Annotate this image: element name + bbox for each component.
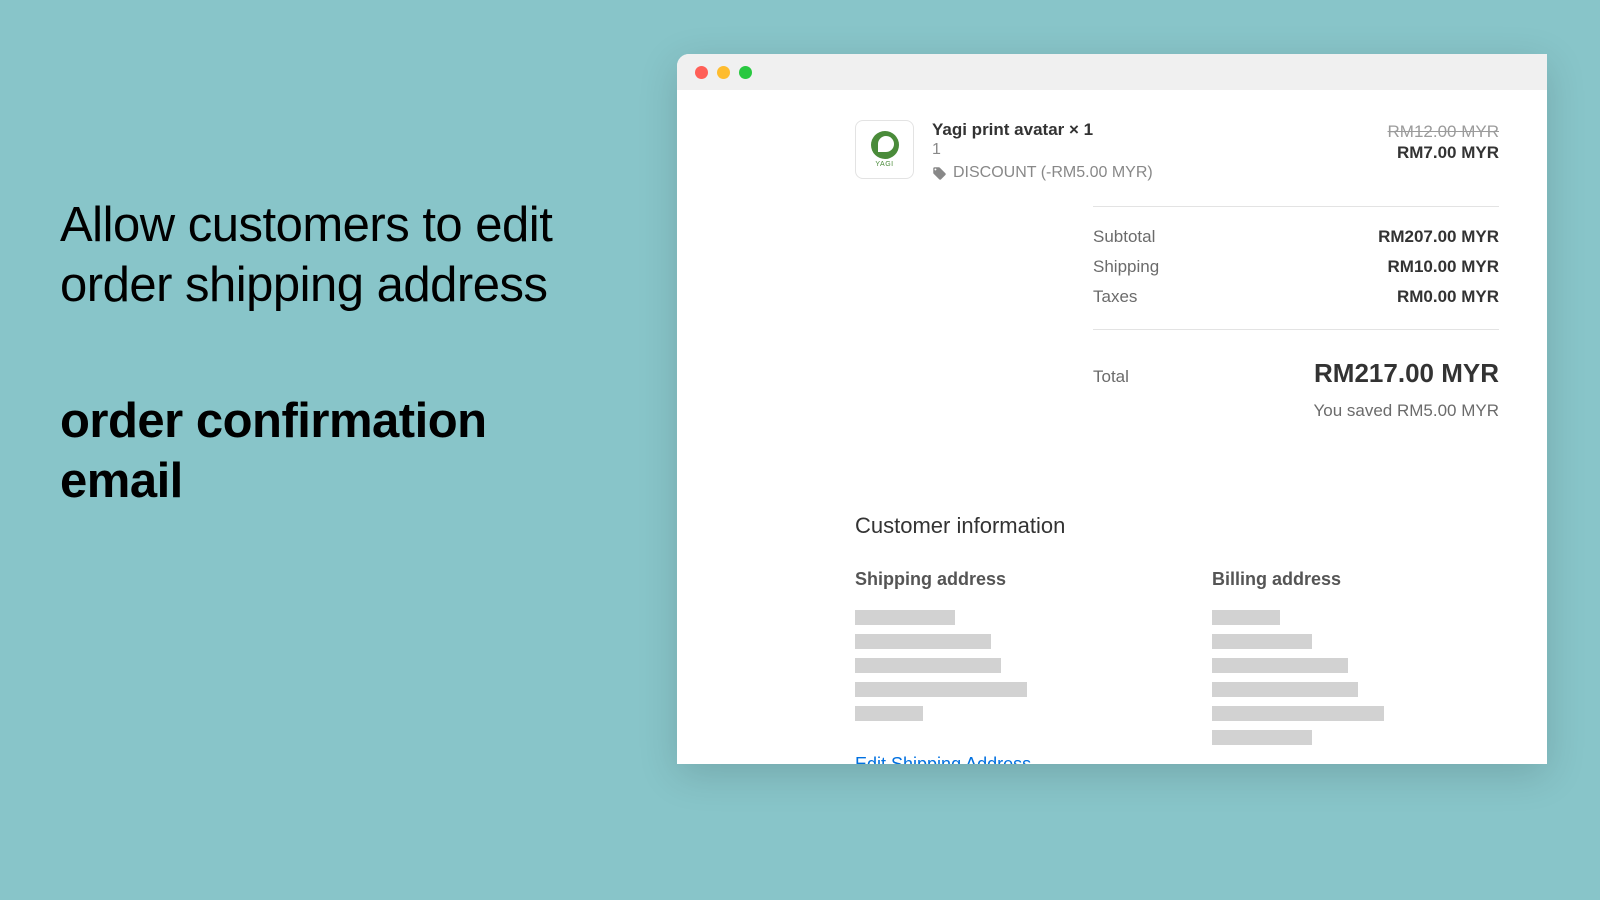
address-placeholder (1212, 682, 1358, 697)
subtotal-row: Subtotal RM207.00 MYR (1093, 227, 1499, 247)
address-placeholder (1212, 706, 1384, 721)
taxes-value: RM0.00 MYR (1397, 287, 1499, 307)
grand-total-row: Total RM217.00 MYR (1093, 358, 1499, 389)
divider (1093, 329, 1499, 330)
minimize-icon[interactable] (717, 66, 730, 79)
item-details: Yagi print avatar × 1 1 DISCOUNT (-RM5.0… (932, 120, 1370, 182)
address-placeholder (855, 634, 991, 649)
item-prices: RM12.00 MYR RM7.00 MYR (1388, 120, 1499, 163)
billing-address-column: Billing address (1212, 569, 1499, 764)
total-value: RM217.00 MYR (1314, 358, 1499, 389)
email-preview-window: YAGI Yagi print avatar × 1 1 DISCOUNT (-… (677, 54, 1547, 764)
divider (1093, 206, 1499, 207)
subtotal-value: RM207.00 MYR (1378, 227, 1499, 247)
savings-text: You saved RM5.00 MYR (1093, 401, 1499, 421)
shipping-label: Shipping (1093, 257, 1159, 277)
promo-subheadline: order confirmation email (60, 391, 620, 512)
billing-address-heading: Billing address (1212, 569, 1499, 590)
product-thumb-label: YAGI (875, 161, 893, 168)
address-placeholder (855, 610, 955, 625)
maximize-icon[interactable] (739, 66, 752, 79)
close-icon[interactable] (695, 66, 708, 79)
shipping-address-heading: Shipping address (855, 569, 1142, 590)
product-thumbnail: YAGI (855, 120, 914, 179)
taxes-label: Taxes (1093, 287, 1137, 307)
email-body: YAGI Yagi print avatar × 1 1 DISCOUNT (-… (677, 90, 1547, 764)
promo-text-block: Allow customers to edit order shipping a… (60, 195, 620, 511)
item-quantity: 1 (932, 141, 1370, 159)
discount-row: DISCOUNT (-RM5.00 MYR) (932, 164, 1370, 182)
address-placeholder (855, 706, 923, 721)
item-name: Yagi print avatar × 1 (932, 120, 1370, 140)
shipping-value: RM10.00 MYR (1388, 257, 1499, 277)
price-original: RM12.00 MYR (1388, 122, 1499, 142)
order-totals: Subtotal RM207.00 MYR Shipping RM10.00 M… (1093, 206, 1499, 421)
taxes-row: Taxes RM0.00 MYR (1093, 287, 1499, 307)
total-label: Total (1093, 367, 1129, 387)
yagi-logo-icon (871, 131, 899, 159)
address-placeholder (1212, 730, 1312, 745)
shipping-row: Shipping RM10.00 MYR (1093, 257, 1499, 277)
discount-text: DISCOUNT (-RM5.00 MYR) (953, 164, 1153, 182)
shipping-address-column: Shipping address Edit Shipping Address (855, 569, 1142, 764)
promo-headline: Allow customers to edit order shipping a… (60, 195, 620, 316)
address-placeholder (1212, 610, 1280, 625)
address-columns: Shipping address Edit Shipping Address B… (855, 569, 1499, 764)
edit-shipping-address-link[interactable]: Edit Shipping Address (855, 754, 1031, 764)
price-final: RM7.00 MYR (1388, 143, 1499, 163)
address-placeholder (855, 658, 1001, 673)
address-placeholder (1212, 634, 1312, 649)
section-title: Customer information (855, 513, 1499, 539)
tag-icon (932, 166, 947, 181)
subtotal-label: Subtotal (1093, 227, 1155, 247)
address-placeholder (1212, 658, 1348, 673)
address-placeholder (855, 682, 1027, 697)
customer-information-section: Customer information Shipping address Ed… (855, 513, 1499, 764)
order-line-item: YAGI Yagi print avatar × 1 1 DISCOUNT (-… (855, 120, 1499, 182)
window-titlebar (677, 54, 1547, 90)
